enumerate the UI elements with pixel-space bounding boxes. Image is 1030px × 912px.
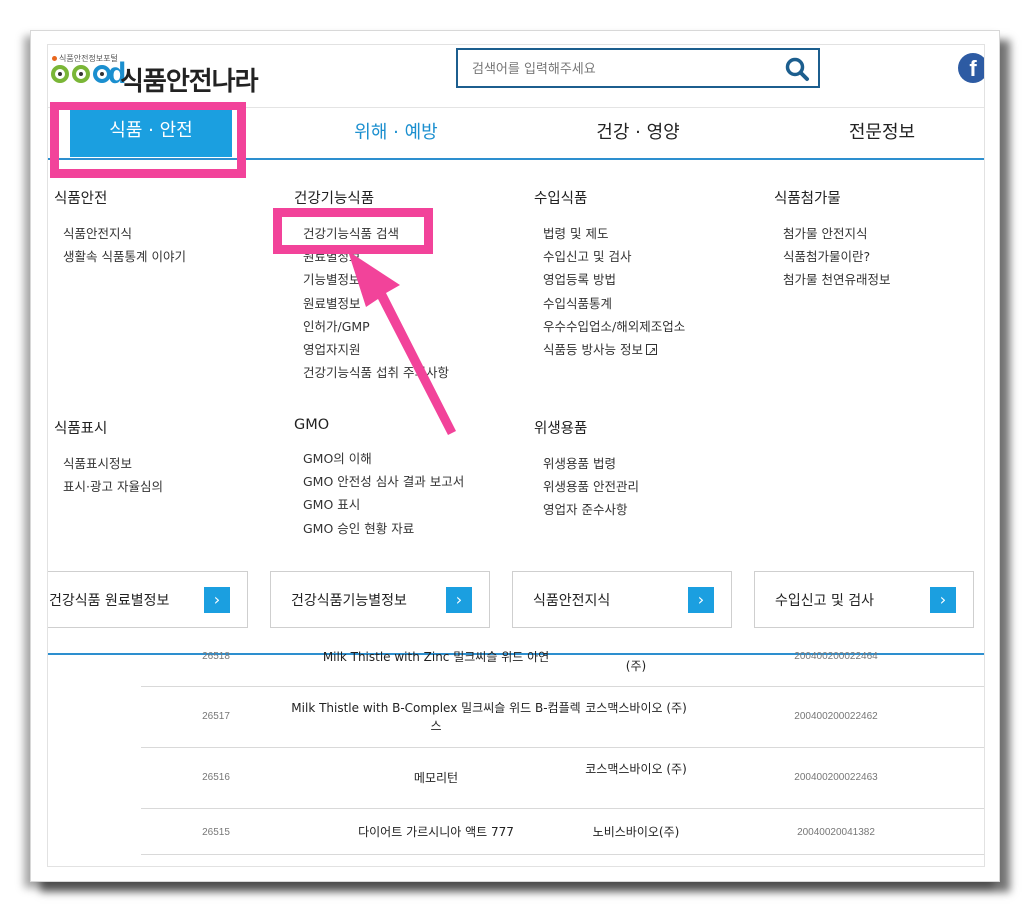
product-name: Milk Thistle with B-Complex 밀크씨슬 위드 B-컴플… [291,701,581,733]
menu-item[interactable]: GMO 승인 현황 자료 [303,517,464,540]
tab-hazard-prevention[interactable]: 위해 · 예방 [316,109,476,157]
company-name: 코스맥스바이오 (주) [585,701,687,715]
company-name: (주) [625,659,647,673]
table-row[interactable]: 26517 Milk Thistle with B-Complex 밀크씨슬 위… [141,687,984,748]
menu-heading: 식품안전 [54,191,108,207]
table-row[interactable]: 26518 Milk Thistle with Zinc 밀크씨슬 위드 아연 … [141,643,984,687]
row-number: 26517 [202,711,230,722]
product-name: 메모리턴 [413,771,459,785]
company-name: 노비스바이오(주) [592,825,680,839]
report-code: 200400200022464 [794,651,878,662]
quicklink-label: 건강식품기능별정보 [291,593,407,609]
menu-item[interactable]: 식품첨가물이란? [783,245,890,268]
page-viewport: 식품안전정보포털 d 식품안전나라 f 식품 · 안전 위해 · 예방 건강 ·… [47,44,985,867]
quicklink-label: 건강식품 원료별정보 [49,593,170,609]
product-name: Milk Thistle with Zinc 밀크씨슬 위드 아연 [322,650,550,664]
menu-item[interactable]: 위생용품 법령 [543,452,639,475]
menu-item[interactable]: 식품표시정보 [63,452,163,475]
menu-col-hygiene: 위생용품 위생용품 법령 위생용품 안전관리 영업자 준수사항 [534,417,639,522]
menu-col-import-food: 수입식품 법령 및 제도 수입신고 및 검사 영업등록 방법 수입식품통계 우수… [534,187,685,363]
menu-item[interactable]: GMO 안전성 심사 결과 보고서 [303,470,464,493]
logo-ring-green-2 [72,65,90,83]
menu-col-additives: 식품첨가물 첨가물 안전지식 식품첨가물이란? 첨가물 천연유래정보 [774,187,890,292]
menu-col-labeling: 식품표시 식품표시정보 표시·광고 자율심의 [54,417,163,498]
quicklink-health-ingredient[interactable]: 건강식품 원료별정보 › [48,571,248,628]
menu-item[interactable]: 식품안전지식 [63,222,186,245]
menu-item[interactable]: GMO의 이해 [303,447,464,470]
tab-expert-info[interactable]: 전문정보 [802,109,962,157]
menu-item[interactable]: 첨가물 천연유래정보 [783,268,890,291]
quicklink-food-safety[interactable]: 식품안전지식 › [512,571,732,628]
report-code: 20040020041382 [797,827,875,838]
menu-item-label: 식품등 방사능 정보 [543,341,643,357]
menu-col-food-safety: 식품안전 식품안전지식 생활속 식품통계 이야기 [54,187,186,268]
search-icon[interactable] [784,56,810,82]
quicklink-label: 식품안전지식 [533,593,611,609]
table-row[interactable]: 26515 다이어트 가르시니아 액트 777 노비스바이오(주) 200400… [141,809,984,855]
facebook-icon[interactable]: f [958,53,984,83]
report-code: 200400200022462 [794,711,878,722]
menu-heading: 수입식품 [534,191,588,207]
site-logo[interactable]: 식품안전정보포털 d 식품안전나라 [48,53,288,97]
screenshot-frame: 식품안전정보포털 d 식품안전나라 f 식품 · 안전 위해 · 예방 건강 ·… [30,30,1000,882]
quicklink-label: 수입신고 및 검사 [775,593,875,609]
company-name: 코스맥스바이오 (주) [585,762,687,776]
site-name: 식품안전나라 [120,67,259,97]
chevron-right-icon: › [446,587,472,613]
row-number: 26518 [202,651,230,662]
search-input[interactable] [472,59,772,79]
menu-heading: 식품표시 [54,421,108,437]
menu-item[interactable]: 법령 및 제도 [543,222,685,245]
highlight-box-nav [50,102,246,178]
menu-item[interactable]: 영업등록 방법 [543,268,685,291]
menu-heading: 식품첨가물 [774,191,841,207]
tab-health-nutrition[interactable]: 건강 · 영양 [558,109,718,157]
product-name: 다이어트 가르시니아 액트 777 [358,825,514,839]
menu-heading: 위생용품 [534,421,588,437]
quicklink-import-inspection[interactable]: 수입신고 및 검사 › [754,571,974,628]
menu-item[interactable]: 위생용품 안전관리 [543,475,639,498]
row-number: 26516 [202,772,230,783]
row-number: 26515 [202,827,230,838]
logo-ring-green [51,65,69,83]
menu-item[interactable]: GMO 표시 [303,493,464,516]
pointer-arrow-icon [348,251,456,435]
external-link-icon [645,340,657,363]
menu-item[interactable]: 영업자 준수사항 [543,498,639,521]
chevron-right-icon: › [204,587,230,613]
menu-item[interactable]: 수입신고 및 검사 [543,245,685,268]
menu-item-radiation[interactable]: 식품등 방사능 정보 [543,338,685,363]
menu-item[interactable]: 우수수입업소/해외제조업소 [543,315,685,338]
chevron-right-icon: › [930,587,956,613]
table-row[interactable]: 26516 메모리턴 코스맥스바이오 (주) 200400200022463 [141,748,984,809]
search-box [456,48,820,88]
chevron-right-icon: › [688,587,714,613]
menu-heading: 건강기능식품 [294,191,375,207]
menu-item[interactable]: 생활속 식품통계 이야기 [63,245,186,268]
menu-item[interactable]: 첨가물 안전지식 [783,222,890,245]
report-code: 200400200022463 [794,772,878,783]
menu-item[interactable]: 표시·광고 자율심의 [63,475,163,498]
quicklink-health-function[interactable]: 건강식품기능별정보 › [270,571,490,628]
menu-item[interactable]: 수입식품통계 [543,292,685,315]
